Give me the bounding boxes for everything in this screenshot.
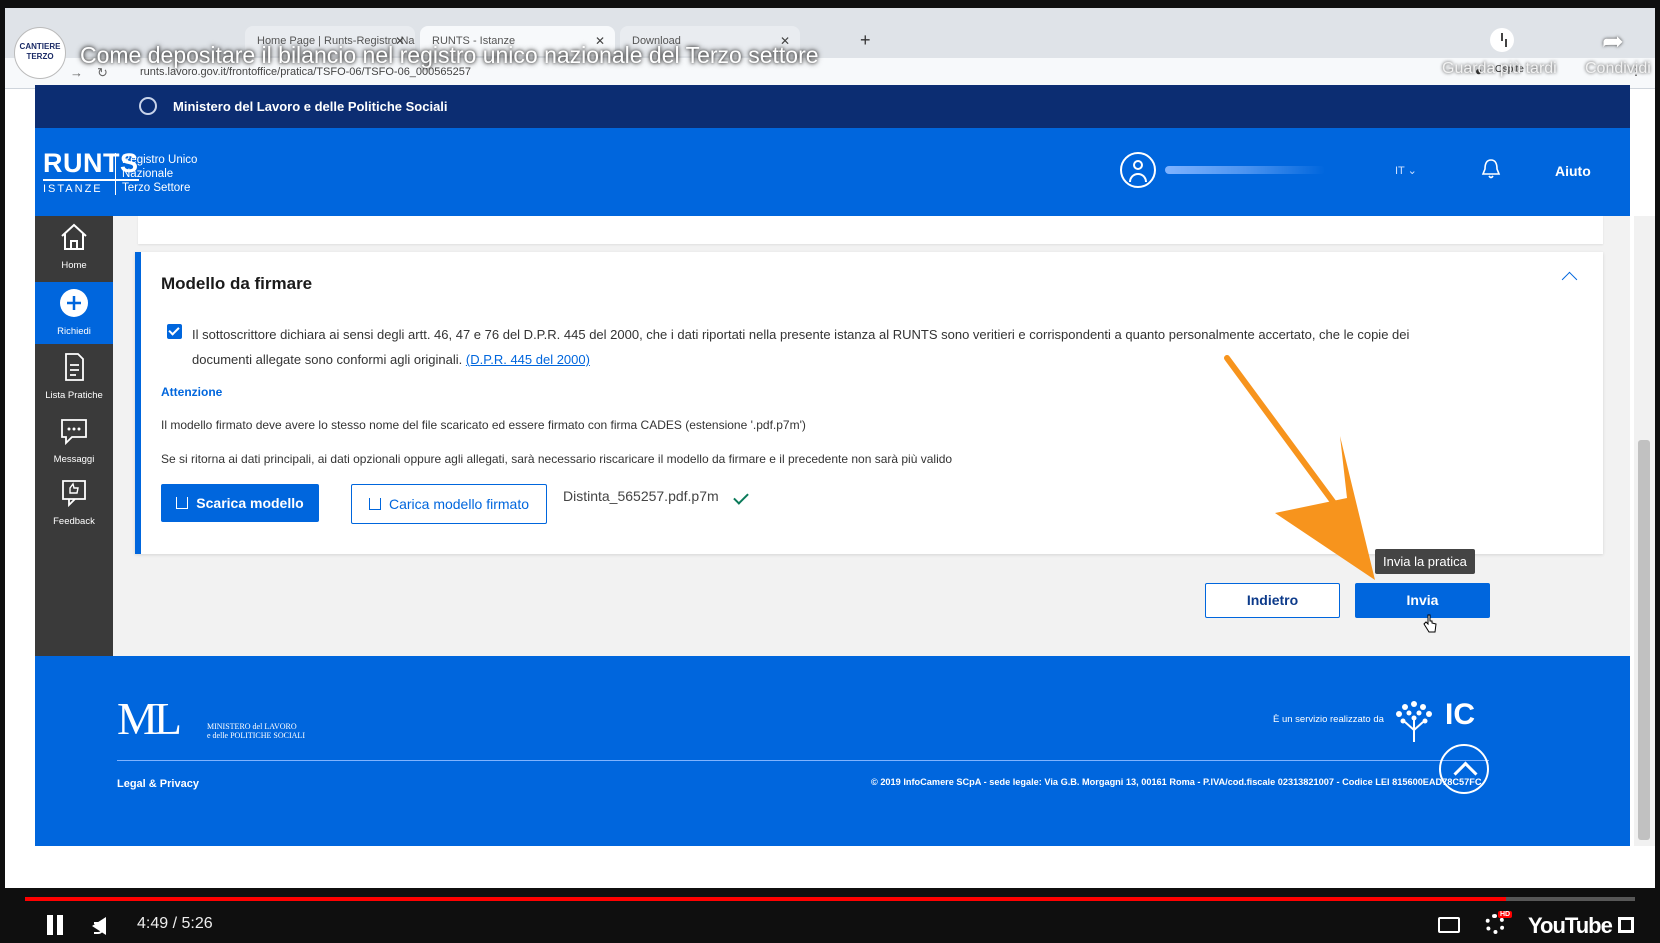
ministry-line: MINISTERO del LAVORO xyxy=(207,722,297,731)
registry-subtitle: Registro Unico Nazionale Terzo Settore xyxy=(115,153,197,195)
declaration-checkbox[interactable] xyxy=(167,324,182,339)
emblem-icon xyxy=(139,97,157,115)
watch-later-label[interactable]: Guarda più tardi xyxy=(1442,60,1557,78)
sidebar-item-label: Home xyxy=(61,260,87,271)
previous-card xyxy=(138,216,1603,244)
chat-icon xyxy=(61,419,87,446)
channel-avatar[interactable]: CANTIERE TERZO xyxy=(14,27,66,79)
bell-icon[interactable] xyxy=(1481,158,1501,180)
sidebar-item-feedback[interactable]: Feedback xyxy=(35,472,113,534)
info-text: Il modello firmato deve avere lo stesso … xyxy=(161,418,806,432)
copyright-text: © 2019 InfoCamere SCpA - sede legale: Vi… xyxy=(871,777,1482,787)
ministry-label: Ministero del Lavoro e delle Politiche S… xyxy=(173,99,448,114)
video-title[interactable]: Come depositare il bilancio nel registro… xyxy=(80,42,819,69)
footer-divider xyxy=(117,760,1489,761)
progress-bar-fill xyxy=(25,897,1507,901)
info-text: Se si ritorna ai dati principali, ai dat… xyxy=(161,452,953,466)
send-button[interactable]: Invia xyxy=(1355,583,1490,618)
new-tab-icon[interactable]: + xyxy=(860,30,871,51)
service-label: È un servizio realizzato da xyxy=(1273,714,1384,725)
document-icon xyxy=(65,353,84,381)
share-icon[interactable]: ➦ xyxy=(1602,26,1624,57)
user-name-redacted xyxy=(1165,166,1325,174)
back-button[interactable]: Indietro xyxy=(1205,583,1340,618)
scrollbar-thumb[interactable] xyxy=(1638,440,1650,840)
sidebar-item-label: Lista Pratiche xyxy=(45,390,103,401)
dpr-link[interactable]: (D.P.R. 445 del 2000) xyxy=(466,352,590,367)
upload-signed-model-button[interactable]: Carica modello firmato xyxy=(351,484,547,524)
subtitle-line: Terzo Settore xyxy=(122,182,191,194)
ministry-logo: ML xyxy=(117,693,182,744)
uploaded-file-name: Distinta_565257.pdf.p7m xyxy=(563,488,719,504)
sidebar-item-label: Richiedi xyxy=(57,326,91,337)
pause-icon[interactable] xyxy=(45,915,65,935)
sidebar-item-lista-pratiche[interactable]: Lista Pratiche xyxy=(35,346,113,408)
time-display: 4:49 / 5:26 xyxy=(137,915,213,932)
fullscreen-icon[interactable] xyxy=(1618,917,1634,933)
player-controls: 4:49 / 5:26 HD YouTube xyxy=(0,905,1660,943)
language-label: IT xyxy=(1395,165,1405,177)
hd-badge: HD xyxy=(1498,911,1513,918)
browser-window: Home Page | Runts-Registro Na ✕ RUNTS - I… xyxy=(5,8,1655,888)
scroll-to-top-button[interactable] xyxy=(1439,744,1489,794)
ministry-logo-text: MINISTERO del LAVORO e delle POLITICHE S… xyxy=(207,722,305,740)
sidebar-item-messaggi[interactable]: Messaggi xyxy=(35,410,113,472)
button-label: Carica modello firmato xyxy=(388,496,530,512)
sidebar-item-label: Feedback xyxy=(53,516,95,527)
chevron-up-icon[interactable] xyxy=(1561,271,1578,288)
home-icon xyxy=(61,223,87,250)
button-label: Scarica modello xyxy=(196,495,304,511)
legal-privacy-link[interactable]: Legal & Privacy xyxy=(117,778,199,790)
volume-icon[interactable] xyxy=(92,917,106,935)
upload-icon xyxy=(368,498,381,510)
attention-heading: Attenzione xyxy=(161,385,223,399)
page-footer: ML MINISTERO del LAVORO e delle POLITICH… xyxy=(35,656,1630,846)
orange-arrow-annotation xyxy=(1224,355,1375,580)
app-header: RUNTS ISTANZE Registro Unico Nazionale T… xyxy=(35,128,1630,216)
sidebar-item-home[interactable]: Home xyxy=(35,216,113,278)
infocamere-logo: IC xyxy=(1445,698,1475,731)
check-icon xyxy=(733,489,749,505)
share-label[interactable]: Condividi xyxy=(1585,60,1651,78)
language-selector[interactable]: IT ⌄ xyxy=(1395,164,1417,177)
sidebar-item-richiedi[interactable]: Richiedi xyxy=(35,282,113,344)
subtitle-line: Nazionale xyxy=(122,168,174,180)
subtitle-line: Registro Unico xyxy=(122,154,198,166)
clock-icon[interactable] xyxy=(1490,28,1514,52)
help-link[interactable]: Aiuto xyxy=(1555,163,1591,179)
sidebar-item-label: Messaggi xyxy=(53,454,95,465)
download-model-button[interactable]: Scarica modello xyxy=(161,484,319,522)
sidebar: Home Richiedi Lista Pratiche Messaggi Fe… xyxy=(35,216,113,656)
plus-circle-icon xyxy=(60,289,88,317)
download-icon xyxy=(176,497,189,509)
ministry-line: e delle POLITICHE SOCIALI xyxy=(207,731,305,740)
youtube-logo[interactable]: YouTube xyxy=(1528,913,1613,939)
video-frame: Home Page | Runts-Registro Na ✕ RUNTS - I… xyxy=(0,0,1660,943)
ministry-bar: Ministero del Lavoro e delle Politiche S… xyxy=(35,85,1630,128)
subtitles-icon[interactable] xyxy=(1438,917,1460,933)
user-icon[interactable] xyxy=(1120,152,1156,188)
channel-avatar-text: CANTIERE TERZO xyxy=(19,42,61,61)
infocamere-tree-icon xyxy=(1396,701,1432,742)
card-title: Modello da firmare xyxy=(161,274,313,293)
feedback-icon xyxy=(62,480,86,508)
cursor-hand-icon xyxy=(1423,614,1437,633)
